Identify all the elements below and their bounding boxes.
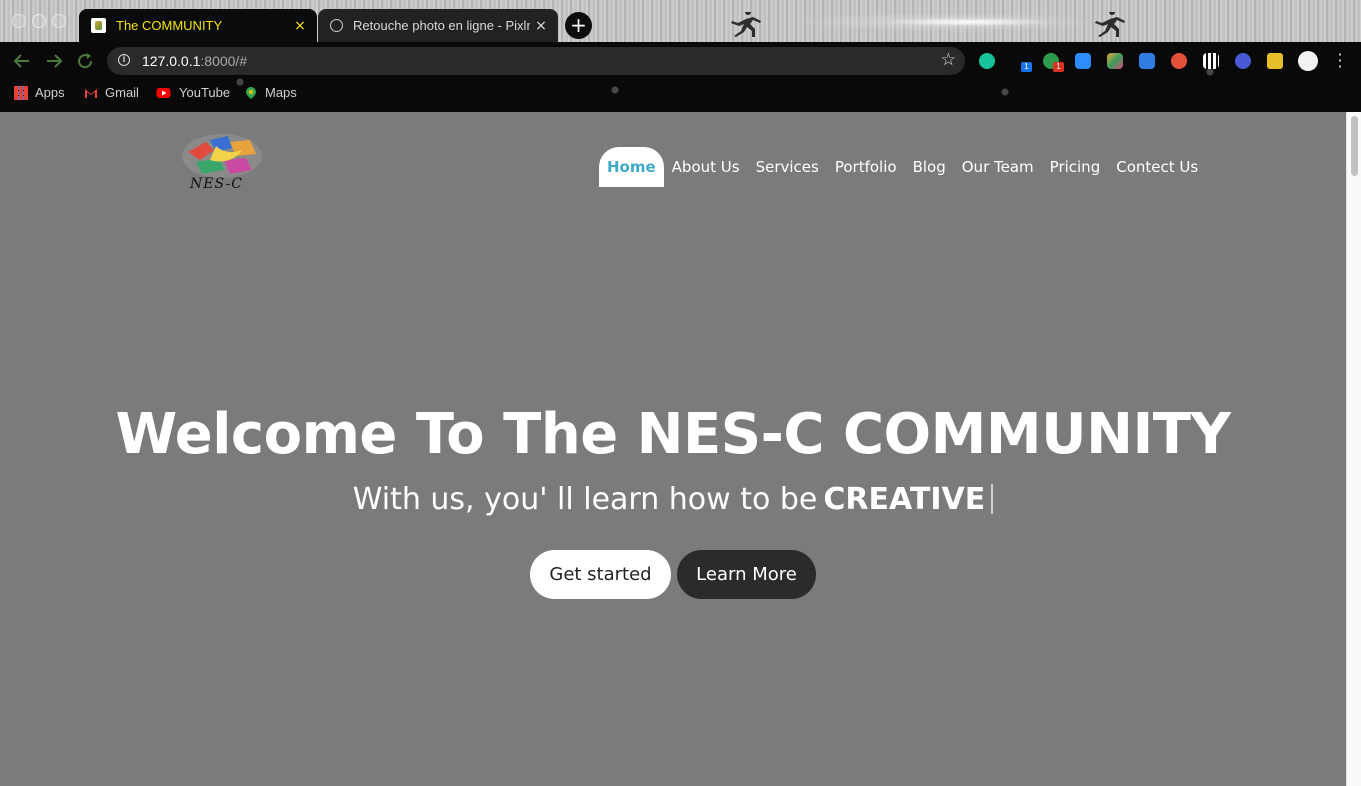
- runner-theme-icon: [731, 12, 761, 37]
- maps-pin-icon: [246, 86, 256, 99]
- youtube-icon: [156, 87, 171, 98]
- hero-subtitle: With us, you' ll learn how to be CREATIVE: [0, 482, 1346, 517]
- colorful-extension-icon[interactable]: [1107, 53, 1123, 69]
- red-extension-icon[interactable]: [1171, 53, 1187, 69]
- forward-arrow-icon[interactable]: [44, 52, 64, 70]
- bookmark-youtube[interactable]: YouTube: [155, 85, 230, 100]
- extension-badge-count: 1: [1021, 62, 1032, 72]
- apps-grid-icon: [14, 85, 28, 100]
- bookmark-apps[interactable]: Apps: [14, 85, 65, 100]
- page-scrollbar[interactable]: [1346, 112, 1361, 786]
- tab-pixlr[interactable]: Retouche photo en ligne - Pixlr ×: [318, 9, 558, 42]
- new-tab-button[interactable]: +: [565, 12, 592, 39]
- gmail-icon: [85, 88, 97, 98]
- browser-menu-icon[interactable]: · · ·: [1336, 47, 1344, 75]
- runner-theme-icon: [1095, 12, 1125, 37]
- learn-more-button[interactable]: Learn More: [677, 550, 816, 599]
- logo-text: NES-C: [190, 176, 244, 192]
- blocker-icon[interactable]: [1235, 53, 1251, 69]
- get-started-button[interactable]: Get started: [530, 550, 671, 599]
- bookmark-gmail[interactable]: Gmail: [84, 85, 139, 100]
- nav-home[interactable]: Home: [599, 147, 664, 187]
- address-url: 127.0.0.1:8000/#: [142, 53, 247, 69]
- tab-title: The COMMUNITY: [116, 18, 223, 33]
- tab-title: Retouche photo en ligne - Pixlr: [353, 18, 530, 33]
- nav-portfolio[interactable]: Portfolio: [827, 147, 905, 187]
- zoom-icon[interactable]: [1075, 53, 1091, 69]
- tab-close-icon[interactable]: ×: [289, 18, 311, 34]
- back-arrow-icon[interactable]: [12, 52, 32, 70]
- nav-services[interactable]: Services: [748, 147, 827, 187]
- extension-badge-count: 1: [1053, 62, 1064, 72]
- download-icon[interactable]: [1139, 53, 1155, 69]
- tab-close-icon[interactable]: ×: [530, 18, 552, 34]
- window-minimize-button[interactable]: [32, 14, 46, 28]
- site-info-icon[interactable]: i: [118, 54, 130, 66]
- puzzle-extensions-icon[interactable]: [1267, 53, 1283, 69]
- bookmark-maps[interactable]: Maps: [244, 85, 297, 100]
- profile-avatar-icon[interactable]: [1298, 51, 1318, 71]
- grammarly-icon[interactable]: [979, 53, 995, 69]
- tab-the-community[interactable]: The COMMUNITY ×: [79, 9, 317, 42]
- main-navigation: Home About Us Services Portfolio Blog Ou…: [599, 147, 1206, 187]
- hero-subtitle-text: With us, you' ll learn how to be: [352, 482, 818, 517]
- window-close-button[interactable]: [12, 14, 26, 28]
- bookmark-label: YouTube: [179, 85, 231, 100]
- qr-code-icon[interactable]: [1203, 53, 1219, 69]
- browser-chrome: The COMMUNITY × Retouche photo en ligne …: [0, 0, 1361, 112]
- nav-blog[interactable]: Blog: [905, 147, 954, 187]
- nav-contact-us[interactable]: Contect Us: [1108, 147, 1206, 187]
- bookmark-star-icon[interactable]: ☆: [941, 50, 956, 70]
- url-host: 127.0.0.1: [142, 53, 201, 69]
- url-path: :8000/#: [200, 53, 248, 69]
- hero-title: Welcome To The NES-C COMMUNITY: [115, 402, 1231, 467]
- bookmark-label: Apps: [35, 85, 65, 100]
- bookmark-label: Maps: [265, 85, 297, 100]
- typed-highlight: CREATIVE: [823, 482, 986, 517]
- scrollbar-thumb[interactable]: [1351, 116, 1358, 176]
- site-favicon-icon: [91, 18, 106, 33]
- nav-pricing[interactable]: Pricing: [1042, 147, 1109, 187]
- bookmark-label: Gmail: [105, 85, 139, 100]
- address-bar[interactable]: i 127.0.0.1:8000/# ☆: [107, 47, 965, 75]
- nav-about-us[interactable]: About Us: [664, 147, 748, 187]
- nav-our-team[interactable]: Our Team: [954, 147, 1042, 187]
- reload-icon[interactable]: [76, 52, 96, 70]
- pixlr-favicon-icon: [330, 19, 343, 32]
- window-zoom-button[interactable]: [52, 14, 66, 28]
- typing-cursor: [991, 484, 994, 514]
